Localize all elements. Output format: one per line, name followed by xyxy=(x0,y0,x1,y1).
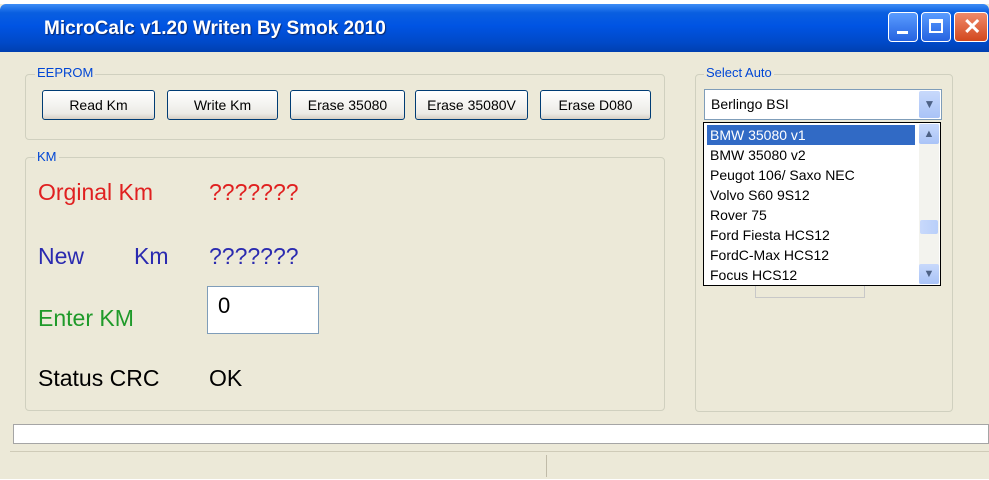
dropdown-scrollbar[interactable]: ▲ ▼ xyxy=(919,124,939,284)
select-auto-group-label: Select Auto xyxy=(704,65,774,80)
auto-dropdown-list[interactable]: BMW 35080 v1 BMW 35080 v2 Peugot 106/ Sa… xyxy=(703,122,941,286)
erase-35080v-button[interactable]: Erase 35080V xyxy=(415,90,528,120)
progress-bar xyxy=(13,424,989,444)
dropdown-item[interactable]: BMW 35080 v1 xyxy=(707,125,915,145)
dropdown-item[interactable]: Peugot 106/ Saxo NEC xyxy=(707,165,915,185)
status-crc-label: Status CRC xyxy=(38,365,160,391)
original-km-label: Orginal Km xyxy=(38,179,154,205)
eeprom-group-label: EEPROM xyxy=(35,65,96,80)
status-bar-divider xyxy=(546,455,547,477)
erase-d080-button[interactable]: Erase D080 xyxy=(540,90,651,120)
enter-km-label: Enter KM xyxy=(38,305,134,331)
scrollbar-thumb[interactable] xyxy=(920,220,938,234)
status-bar xyxy=(10,451,989,480)
maximize-icon xyxy=(929,19,943,33)
maximize-button[interactable] xyxy=(921,12,951,42)
erase-35080-button[interactable]: Erase 35080 xyxy=(290,90,405,120)
chevron-down-icon[interactable]: ▼ xyxy=(919,264,939,284)
title-bar[interactable]: MicroCalc v1.20 Writen By Smok 2010 ✕ xyxy=(0,4,989,52)
original-km-value: ??????? xyxy=(209,179,299,205)
chevron-up-icon[interactable]: ▲ xyxy=(919,124,939,144)
dropdown-item[interactable]: Focus HCS12 xyxy=(707,265,915,285)
chevron-down-icon[interactable]: ▼ xyxy=(919,91,940,118)
window-title: MicroCalc v1.20 Writen By Smok 2010 xyxy=(44,18,386,39)
enter-km-input[interactable]: 0 xyxy=(207,286,319,334)
status-crc-value: OK xyxy=(209,365,243,391)
new-km-value: ??????? xyxy=(209,243,299,269)
close-icon: ✕ xyxy=(963,14,982,39)
new-km-label-unit: Km xyxy=(134,243,169,269)
new-km-label: New xyxy=(38,243,85,269)
minimize-button[interactable] xyxy=(888,12,918,42)
dropdown-item[interactable]: Volvo S60 9S12 xyxy=(707,185,915,205)
write-km-button[interactable]: Write Km xyxy=(167,90,278,120)
dropdown-item[interactable]: Rover 75 xyxy=(707,205,915,225)
km-group-label: KM xyxy=(35,149,59,164)
dropdown-item[interactable]: BMW 35080 v2 xyxy=(707,145,915,165)
combobox-selected-value: Berlingo BSI xyxy=(711,96,789,112)
minimize-icon xyxy=(897,31,908,34)
app-window: MicroCalc v1.20 Writen By Smok 2010 ✕ EE… xyxy=(0,4,989,479)
dropdown-item[interactable]: FordC-Max HCS12 xyxy=(707,245,915,265)
dropdown-item[interactable]: Ford Fiesta HCS12 xyxy=(707,225,915,245)
auto-select-combobox[interactable]: Berlingo BSI ▼ xyxy=(704,89,942,120)
read-km-button[interactable]: Read Km xyxy=(42,90,155,120)
close-button[interactable]: ✕ xyxy=(954,12,988,42)
